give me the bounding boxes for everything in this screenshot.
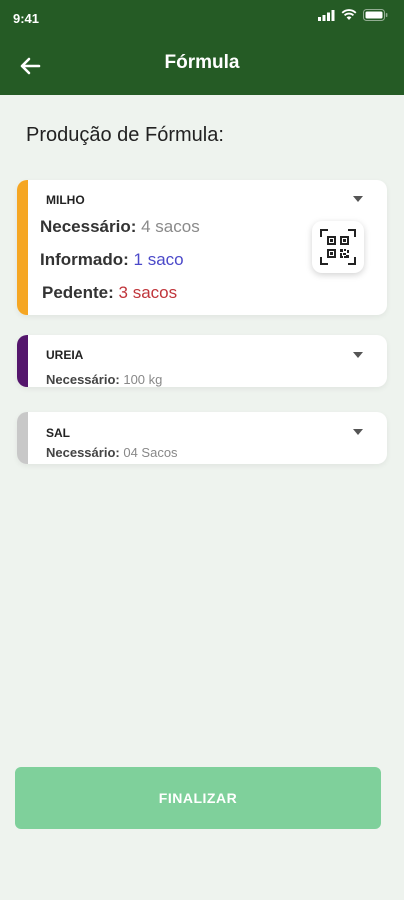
ingredient-name: MILHO xyxy=(46,193,85,207)
signal-icon xyxy=(318,9,335,21)
required-line: Necessário: 100 kg xyxy=(46,372,162,387)
required-label: Necessário: xyxy=(40,217,137,236)
required-label: Necessário: xyxy=(46,372,120,387)
chevron-down-icon[interactable] xyxy=(353,352,363,358)
card-color-bar xyxy=(17,180,28,315)
ingredient-name: SAL xyxy=(46,426,70,440)
card-color-bar xyxy=(17,412,28,464)
qr-code-icon xyxy=(320,229,356,265)
chevron-down-icon[interactable] xyxy=(353,196,363,202)
chevron-down-icon[interactable] xyxy=(353,429,363,435)
pending-line: Pedente: 3 sacos xyxy=(42,283,177,303)
status-time: 9:41 xyxy=(13,11,40,26)
section-title: Produção de Fórmula: xyxy=(26,124,224,146)
app-header: 9:41 Fórmula xyxy=(0,0,404,95)
pending-value: 3 sacos xyxy=(118,283,178,302)
informed-line: Informado: 1 saco xyxy=(40,250,184,270)
pending-label: Pedente: xyxy=(42,283,114,302)
required-label: Necessário: xyxy=(46,445,120,460)
page-title: Fórmula xyxy=(164,52,240,73)
required-line: Necessário: 4 sacos xyxy=(40,217,200,237)
wifi-icon xyxy=(341,9,357,20)
required-value: 100 kg xyxy=(123,372,163,387)
required-value: 04 Sacos xyxy=(123,445,178,460)
required-value: 4 sacos xyxy=(141,217,200,236)
ingredient-card-milho[interactable]: MILHO Necessário: 4 sacos Informado: 1 s… xyxy=(17,180,387,315)
ingredient-name: UREIA xyxy=(46,348,84,362)
qr-scan-button[interactable] xyxy=(312,221,364,273)
card-color-bar xyxy=(17,335,28,387)
ingredient-card-ureia[interactable]: UREIA Necessário: 100 kg xyxy=(17,335,387,387)
status-icons xyxy=(318,9,388,21)
finalize-button[interactable]: FINALIZAR xyxy=(15,767,381,829)
required-line: Necessário: 04 Sacos xyxy=(46,445,178,460)
battery-icon xyxy=(363,9,388,21)
informed-label: Informado: xyxy=(40,250,129,269)
informed-value: 1 saco xyxy=(133,250,184,269)
ingredient-card-sal[interactable]: SAL Necessário: 04 Sacos xyxy=(17,412,387,464)
